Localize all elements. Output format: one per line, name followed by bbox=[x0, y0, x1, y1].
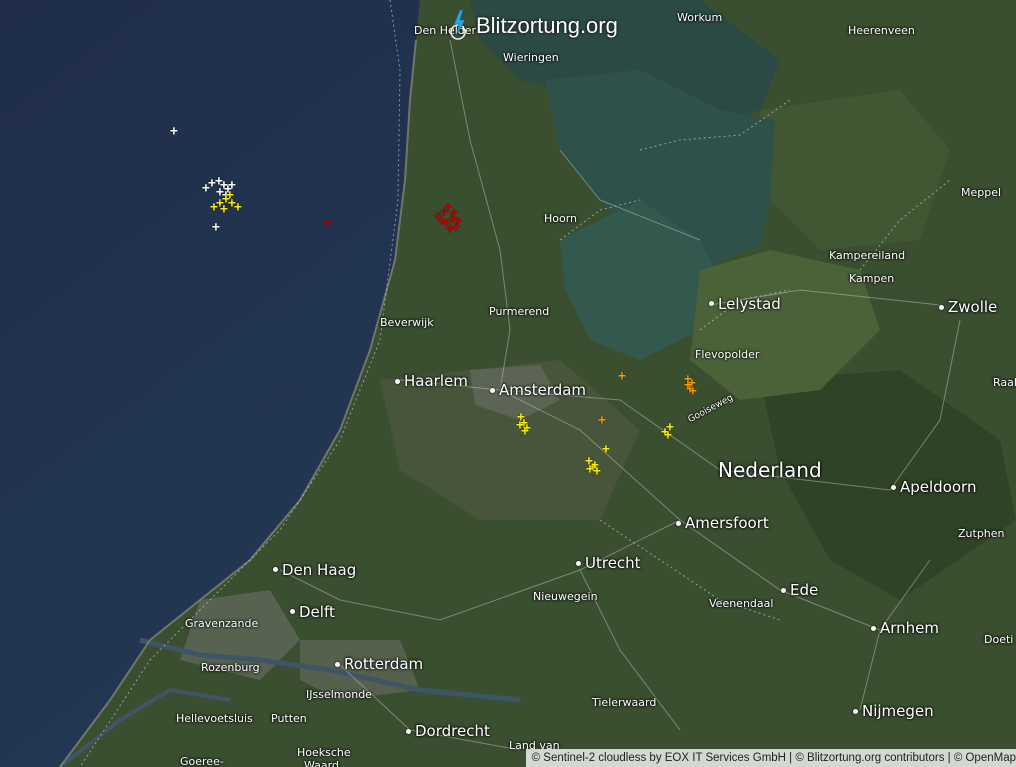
city-dot-amersfoort bbox=[676, 521, 681, 526]
place-label-delft: Delft bbox=[299, 603, 335, 621]
brand[interactable]: Blitzortung.org bbox=[450, 10, 618, 42]
place-label-hellevoetsluis: Hellevoetsluis bbox=[176, 712, 253, 725]
place-label-utrecht: Utrecht bbox=[585, 554, 641, 572]
country-label: Nederland bbox=[718, 458, 822, 482]
place-label-veenendaal: Veenendaal bbox=[709, 597, 774, 610]
place-label-beverwijk: Beverwijk bbox=[380, 316, 434, 329]
place-label-doetinchem: Doeti bbox=[984, 633, 1014, 646]
satellite-map[interactable]: Den Helder Workum Heerenveen Wieringen M… bbox=[0, 0, 1016, 767]
lightning-strike-marker: + bbox=[521, 424, 529, 439]
lightning-strike-marker: + bbox=[454, 214, 462, 229]
place-label-ijsselmonde: IJsselmonde bbox=[306, 688, 372, 701]
city-dot-lelystad bbox=[709, 301, 714, 306]
place-label-waard: Waard bbox=[304, 759, 339, 767]
lightning-strike-marker: + bbox=[212, 220, 220, 235]
place-label-goeree: Goeree- bbox=[180, 755, 224, 767]
city-dot-amsterdam bbox=[490, 388, 495, 393]
lightning-bolt-icon bbox=[450, 10, 466, 40]
place-label-nieuwegein: Nieuwegein bbox=[533, 590, 598, 603]
place-label-flevopolder: Flevopolder bbox=[695, 348, 760, 361]
city-dot-delft bbox=[290, 609, 295, 614]
place-label-amsterdam: Amsterdam bbox=[499, 381, 587, 399]
city-dot-rotterdam bbox=[335, 662, 340, 667]
brand-title: Blitzortung.org bbox=[476, 13, 618, 38]
city-dot-arnhem bbox=[871, 626, 876, 631]
place-label-hoeksche: Hoeksche bbox=[297, 746, 351, 759]
place-label-heerenveen: Heerenveen bbox=[848, 24, 915, 37]
place-label-lelystad: Lelystad bbox=[718, 295, 781, 313]
place-label-meppel: Meppel bbox=[961, 186, 1002, 199]
place-label-purmerend: Purmerend bbox=[489, 305, 550, 318]
place-label-rozenburg: Rozenburg bbox=[201, 661, 260, 674]
lightning-strike-marker: + bbox=[664, 428, 672, 443]
place-label-tielerwaard: Tielerwaard bbox=[592, 696, 657, 709]
city-dot-den-haag bbox=[273, 567, 278, 572]
lightning-strike-marker: + bbox=[226, 188, 234, 203]
city-dot-nijmegen bbox=[853, 709, 858, 714]
place-label-kampen: Kampen bbox=[849, 272, 895, 285]
place-label-zwolle: Zwolle bbox=[948, 298, 998, 316]
lightning-strike-marker: + bbox=[618, 369, 626, 384]
lightning-strike-marker: + bbox=[324, 216, 332, 231]
place-label-dordrecht: Dordrecht bbox=[415, 722, 490, 740]
lightning-strike-marker: + bbox=[170, 124, 178, 139]
lightning-strike-marker: + bbox=[591, 458, 599, 473]
place-label-amersfoort: Amersfoort bbox=[685, 514, 769, 532]
place-label-zutphen: Zutphen bbox=[958, 527, 1005, 540]
place-label-gravenzande: Gravenzande bbox=[185, 617, 259, 630]
city-dot-zwolle bbox=[939, 305, 944, 310]
map-attribution[interactable]: © Sentinel-2 cloudless by EOX IT Service… bbox=[525, 749, 1016, 767]
city-dot-apeldoorn bbox=[891, 485, 896, 490]
place-label-apeldoorn: Apeldoorn bbox=[900, 478, 977, 496]
place-label-rotterdam: Rotterdam bbox=[344, 655, 424, 673]
place-label-ede: Ede bbox=[790, 581, 819, 599]
place-label-raalte: Raalte bbox=[993, 376, 1016, 389]
city-dot-dordrecht bbox=[406, 729, 411, 734]
lightning-strike-marker: + bbox=[689, 384, 697, 399]
lightning-strike-marker: + bbox=[602, 442, 610, 457]
place-label-hoorn: Hoorn bbox=[544, 212, 578, 225]
lightning-strike-marker: + bbox=[598, 413, 606, 428]
place-label-wieringen: Wieringen bbox=[503, 51, 559, 64]
place-label-den-haag: Den Haag bbox=[282, 561, 357, 579]
city-dot-haarlem bbox=[395, 379, 400, 384]
lightning-strike-marker: + bbox=[438, 214, 446, 229]
place-label-workum: Workum bbox=[677, 11, 723, 24]
city-dot-ede bbox=[781, 588, 786, 593]
place-label-kampereiland: Kampereiland bbox=[829, 249, 906, 262]
place-label-arnhem: Arnhem bbox=[880, 619, 940, 637]
lightning-strike-marker: + bbox=[234, 200, 242, 215]
place-label-nijmegen: Nijmegen bbox=[862, 702, 934, 720]
lightning-strike-marker: + bbox=[220, 202, 228, 217]
city-dot-utrecht bbox=[576, 561, 581, 566]
place-label-haarlem: Haarlem bbox=[404, 372, 468, 390]
place-label-putten: Putten bbox=[271, 712, 307, 725]
